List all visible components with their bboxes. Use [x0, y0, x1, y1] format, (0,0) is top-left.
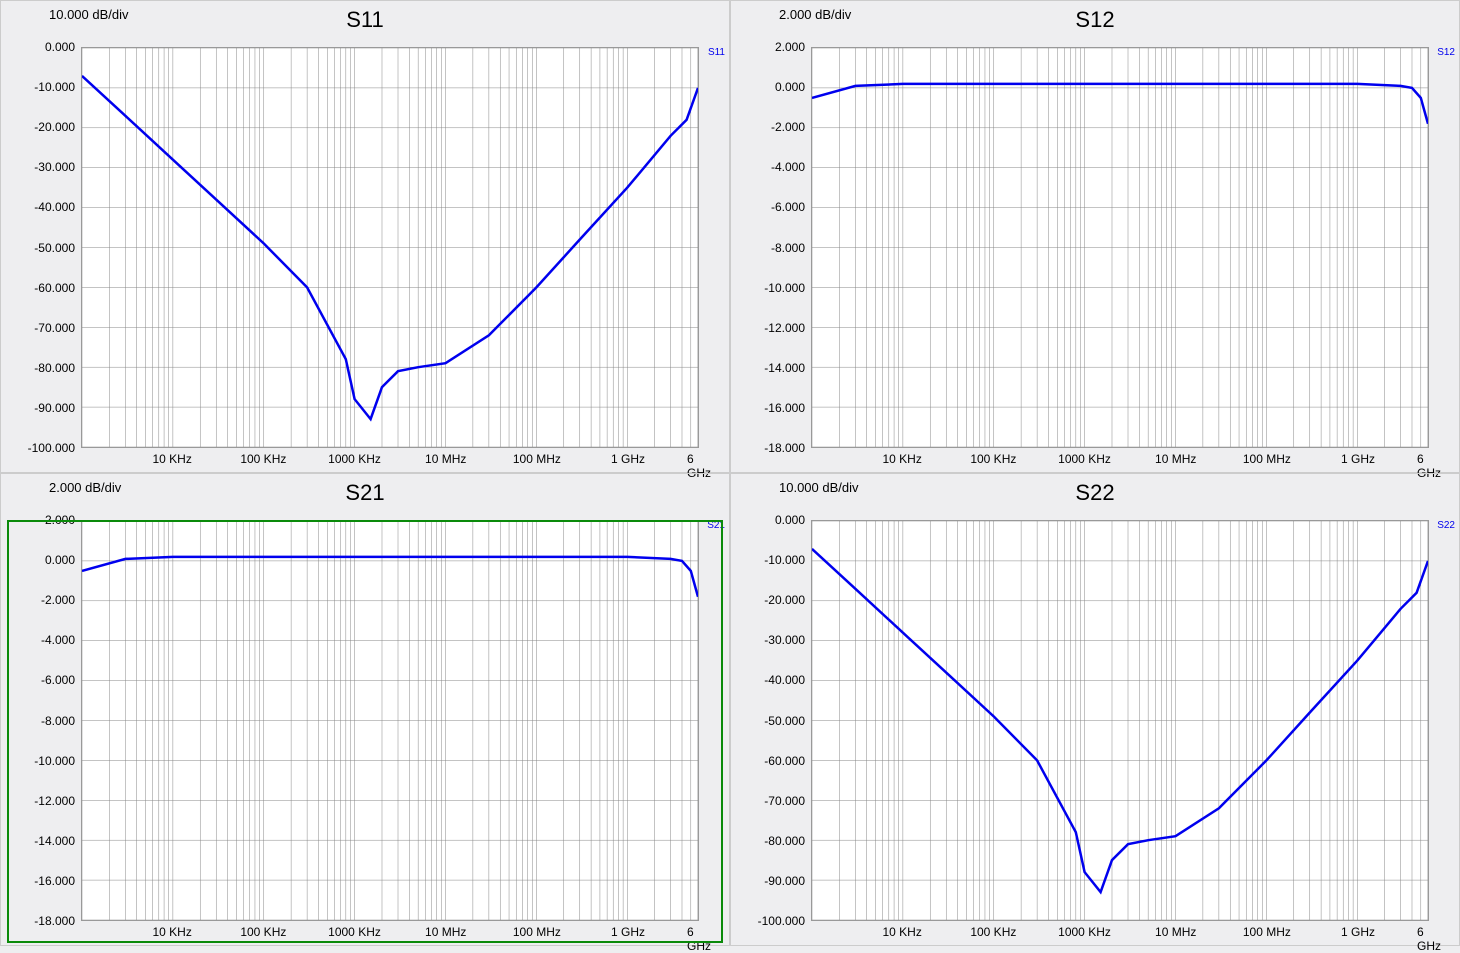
y-tick-label: -20.000	[764, 593, 805, 607]
y-tick-label: -60.000	[34, 281, 75, 295]
y-axis-labels: 2.0000.000-2.000-4.000-6.000-8.000-10.00…	[1, 520, 79, 921]
panel-s11[interactable]: 10.000 dB/div S11 S11 0.000 -10.000 -20.00…	[0, 0, 730, 473]
panel-s21[interactable]: 2.000 dB/div S21 S21 2.000 0.000 -2.000 -4.…	[0, 473, 730, 946]
trace-label: S21	[707, 520, 725, 531]
x-tick-label: 10 MHz	[425, 925, 466, 939]
panel-s22[interactable]: 10.000 dB/div S22 S22 0.000 -10.000 -20.00…	[730, 473, 1460, 946]
x-axis-labels: 10 KHz100 KHz1000 KHz10 MHz100 MHz1 GHz6…	[811, 925, 1429, 941]
y-tick-label: -8.000	[771, 241, 805, 255]
db-per-div: 10.000 dB/div	[49, 7, 129, 22]
x-axis-labels: 10 KHz100 KHz1000 KHz10 MHz100 MHz1 GHz6…	[811, 452, 1429, 468]
y-tick-label: -4.000	[771, 160, 805, 174]
x-tick-label: 10 KHz	[882, 452, 921, 466]
trace-label: S11	[708, 47, 725, 58]
panel-title: S22	[1075, 480, 1114, 506]
y-tick-label: -50.000	[34, 241, 75, 255]
y-tick-label: -16.000	[764, 401, 805, 415]
y-tick-label: -20.000	[34, 120, 75, 134]
y-tick-label: -2.000	[771, 120, 805, 134]
x-tick-label: 1000 KHz	[1058, 925, 1111, 939]
y-tick-label: 0.000	[45, 553, 75, 567]
y-tick-label: 2.000	[45, 513, 75, 527]
x-tick-label: 10 KHz	[152, 925, 191, 939]
y-tick-label: -12.000	[764, 321, 805, 335]
y-axis-labels: 0.000-10.000-20.000-30.000-40.000-50.000…	[1, 47, 79, 448]
y-tick-label: -70.000	[34, 321, 75, 335]
x-tick-label: 10 KHz	[152, 452, 191, 466]
db-per-div: 2.000 dB/div	[49, 480, 121, 495]
y-tick-label: -60.000	[764, 754, 805, 768]
y-tick-label: -14.000	[764, 361, 805, 375]
y-tick-label: 0.000	[775, 513, 805, 527]
y-axis-labels: 2.0000.000-2.000-4.000-6.000-8.000-10.00…	[731, 47, 809, 448]
y-tick-label: -8.000	[41, 714, 75, 728]
x-tick-label: 100 MHz	[1243, 452, 1291, 466]
plot-area	[81, 47, 699, 448]
x-tick-label: 1000 KHz	[328, 925, 381, 939]
y-tick-label: -2.000	[41, 593, 75, 607]
chart-grid: 10.000 dB/div S11 S11 0.000 -10.000 -20.00…	[0, 0, 1460, 946]
y-tick-label: -30.000	[34, 160, 75, 174]
x-tick-label: 10 KHz	[882, 925, 921, 939]
y-tick-label: -18.000	[764, 441, 805, 455]
y-tick-label: -10.000	[764, 553, 805, 567]
trace-label: S12	[1437, 47, 1455, 58]
y-tick-label: 0.000	[45, 40, 75, 54]
x-tick-label: 1000 KHz	[328, 452, 381, 466]
y-tick-label: -10.000	[34, 80, 75, 94]
y-tick-label: 0.000	[775, 80, 805, 94]
x-tick-label: 6 GHz	[687, 925, 711, 953]
x-tick-label: 100 KHz	[970, 925, 1016, 939]
y-tick-label: -4.000	[41, 633, 75, 647]
y-tick-label: -80.000	[764, 834, 805, 848]
x-axis-labels: 10 KHz100 KHz1000 KHz10 MHz100 MHz1 GHz6…	[81, 452, 699, 468]
y-tick-label: -18.000	[34, 914, 75, 928]
y-tick-label: -16.000	[34, 874, 75, 888]
x-tick-label: 100 KHz	[240, 452, 286, 466]
panel-s12[interactable]: 2.000 dB/div S12 S12 2.000 0.000 -2.000 -4.…	[730, 0, 1460, 473]
x-tick-label: 1 GHz	[611, 925, 645, 939]
y-tick-label: -10.000	[34, 754, 75, 768]
x-tick-label: 1 GHz	[611, 452, 645, 466]
db-per-div: 10.000 dB/div	[779, 480, 859, 495]
y-tick-label: -40.000	[764, 673, 805, 687]
x-tick-label: 100 MHz	[1243, 925, 1291, 939]
panel-title: S12	[1075, 7, 1114, 33]
db-per-div: 2.000 dB/div	[779, 7, 851, 22]
panel-title: S21	[345, 480, 384, 506]
y-tick-label: -100.000	[28, 441, 75, 455]
y-tick-label: -90.000	[34, 401, 75, 415]
y-tick-label: -70.000	[764, 794, 805, 808]
x-tick-label: 1000 KHz	[1058, 452, 1111, 466]
trace-label: S22	[1437, 520, 1455, 531]
y-tick-label: -6.000	[771, 200, 805, 214]
plot-area	[81, 520, 699, 921]
plot-area	[811, 47, 1429, 448]
x-tick-label: 6 GHz	[1417, 925, 1441, 953]
y-tick-label: -6.000	[41, 673, 75, 687]
x-tick-label: 100 MHz	[513, 925, 561, 939]
panel-title: S11	[346, 7, 384, 33]
x-tick-label: 10 MHz	[1155, 452, 1196, 466]
x-tick-label: 1 GHz	[1341, 925, 1375, 939]
y-tick-label: -30.000	[764, 633, 805, 647]
x-tick-label: 10 MHz	[425, 452, 466, 466]
y-tick-label: -50.000	[764, 714, 805, 728]
y-tick-label: -14.000	[34, 834, 75, 848]
y-tick-label: 2.000	[775, 40, 805, 54]
y-tick-label: -80.000	[34, 361, 75, 375]
y-axis-labels: 0.000-10.000-20.000-30.000-40.000-50.000…	[731, 520, 809, 921]
plot-area	[811, 520, 1429, 921]
x-tick-label: 10 MHz	[1155, 925, 1196, 939]
x-tick-label: 100 KHz	[240, 925, 286, 939]
y-tick-label: -90.000	[764, 874, 805, 888]
y-tick-label: -10.000	[764, 281, 805, 295]
x-tick-label: 100 KHz	[970, 452, 1016, 466]
x-axis-labels: 10 KHz100 KHz1000 KHz10 MHz100 MHz1 GHz6…	[81, 925, 699, 941]
y-tick-label: -40.000	[34, 200, 75, 214]
y-tick-label: -100.000	[758, 914, 805, 928]
x-tick-label: 1 GHz	[1341, 452, 1375, 466]
y-tick-label: -12.000	[34, 794, 75, 808]
x-tick-label: 100 MHz	[513, 452, 561, 466]
